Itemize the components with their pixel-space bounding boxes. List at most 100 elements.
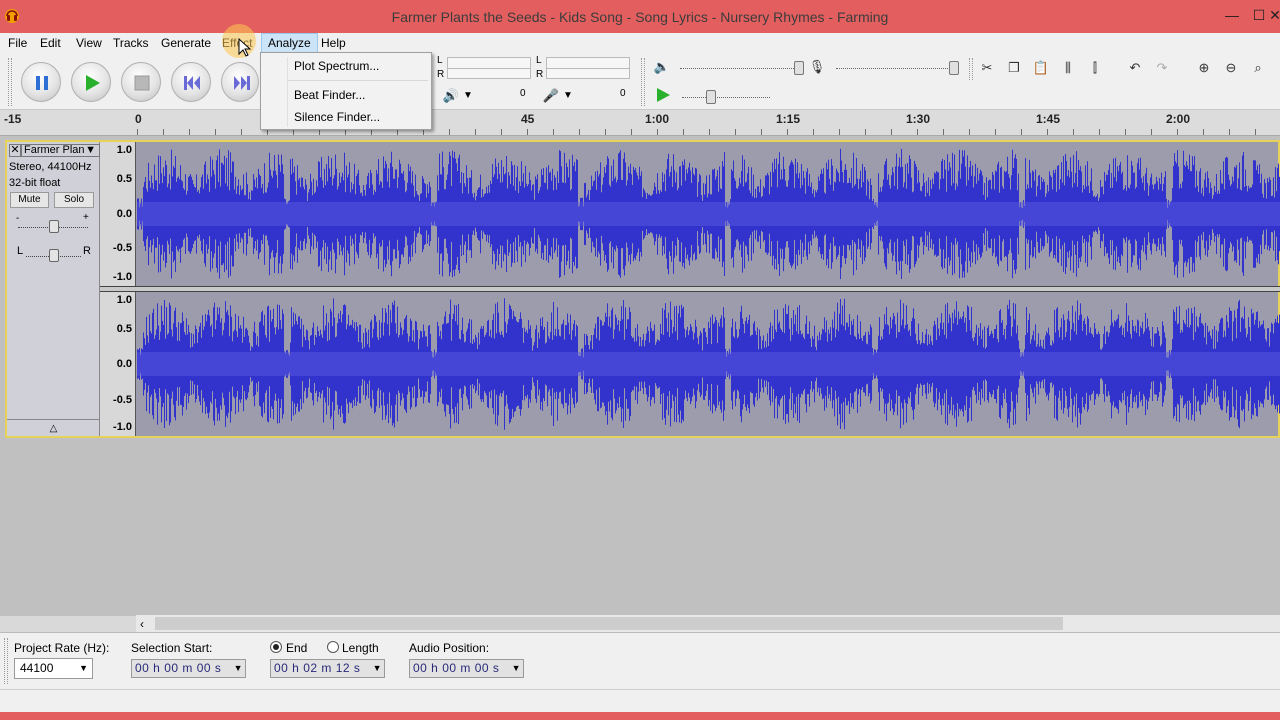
stop-button[interactable] [121, 62, 161, 102]
silence-icon[interactable]: ⫿ [1084, 57, 1106, 79]
ruler-label: 1:45 [1036, 112, 1061, 126]
chevron-down-icon: ▼ [85, 144, 96, 156]
mouse-cursor-icon [238, 37, 252, 61]
skip-end-icon [234, 76, 250, 90]
minimize-button[interactable]: — [1217, 4, 1247, 26]
bottom-edge [0, 712, 1280, 720]
gain-slider-thumb[interactable] [49, 220, 59, 233]
playback-speed-slider[interactable] [682, 97, 770, 98]
selection-start-label: Selection Start: [131, 641, 213, 655]
zoom-out-icon[interactable]: ⊖ [1220, 57, 1242, 79]
triangle-up-icon: △ [49, 423, 58, 434]
skip-start-icon [184, 76, 200, 90]
copy-icon[interactable]: ❐ [1003, 57, 1025, 79]
playback-meter[interactable] [447, 57, 531, 79]
solo-button[interactable]: Solo [54, 192, 94, 208]
menu-help[interactable]: Help [315, 33, 352, 54]
selection-start-field[interactable]: 00 h 00 m 00 s ▼ [131, 659, 246, 678]
ruler-label: 1:00 [645, 112, 670, 126]
chevron-down-icon: ▼ [233, 663, 243, 673]
track-name-menu[interactable]: Farmer Plan ▼ [21, 144, 100, 157]
redo-icon[interactable]: ↷ [1151, 57, 1173, 79]
paste-icon[interactable]: 📋 [1030, 57, 1052, 79]
menu-separator [288, 80, 428, 81]
cut-icon[interactable]: ✂ [976, 57, 998, 79]
trim-icon[interactable]: ⫼ [1057, 57, 1079, 79]
length-radio[interactable] [327, 641, 339, 653]
stop-icon [134, 75, 150, 91]
menu-view[interactable]: View [70, 33, 108, 54]
project-rate-label: Project Rate (Hz): [14, 641, 110, 655]
output-volume-slider[interactable] [680, 68, 804, 69]
ruler-label: 2:00 [1166, 112, 1191, 126]
scale-label: 1.0 [116, 294, 132, 306]
mute-button[interactable]: Mute [10, 192, 49, 208]
toolbar-grip[interactable] [8, 58, 12, 106]
selection-end-field[interactable]: 00 h 02 m 12 s ▼ [270, 659, 385, 678]
input-volume-thumb[interactable] [949, 61, 959, 75]
scale-label: 0.5 [116, 173, 132, 185]
track-bit-depth: 32-bit float [9, 177, 61, 189]
toolbar-grip-4[interactable] [4, 638, 8, 684]
zoom-in-icon[interactable]: ⊕ [1193, 57, 1215, 79]
pause-button[interactable] [21, 62, 61, 102]
play-at-speed-button[interactable] [655, 87, 671, 106]
track-close-button[interactable]: ✕ [9, 144, 21, 157]
menu-file[interactable]: File [2, 33, 33, 54]
scrollbar-thumb[interactable] [155, 617, 1063, 630]
playback-speed-thumb[interactable] [706, 90, 716, 104]
audio-position-value: 00 h 00 m 00 s [413, 661, 500, 675]
play-button[interactable] [71, 62, 111, 102]
toolbar-grip-3[interactable] [969, 58, 973, 80]
project-rate-select[interactable]: 44100 ▼ [14, 658, 93, 679]
scale-label: -0.5 [113, 394, 132, 406]
length-label: Length [342, 641, 379, 655]
ruler-label: -15 [4, 112, 22, 126]
menu-item-plot-spectrum[interactable]: Plot Spectrum... [294, 59, 379, 73]
selection-end-value: 00 h 02 m 12 s [274, 661, 361, 675]
audio-position-field[interactable]: 00 h 00 m 00 s ▼ [409, 659, 524, 678]
selection-start-value: 00 h 00 m 00 s [135, 661, 222, 675]
skip-to-start-button[interactable] [171, 62, 211, 102]
record-meter[interactable] [546, 57, 630, 79]
undo-icon[interactable]: ↶ [1124, 57, 1146, 79]
track-name: Farmer Plan [24, 144, 85, 156]
project-rate-value: 44100 [20, 661, 54, 675]
chevron-down-icon: ▼ [79, 663, 88, 673]
output-volume-thumb[interactable] [794, 61, 804, 75]
scale-label: -1.0 [113, 271, 132, 283]
gain-minus-label: - [16, 213, 20, 224]
end-label: End [286, 641, 308, 655]
skip-to-end-button[interactable] [221, 62, 259, 102]
pan-slider-thumb[interactable] [49, 249, 59, 262]
output-volume-icon: 🔈 [653, 59, 671, 74]
collapse-track-button[interactable]: △ [7, 419, 100, 436]
output-meter-value: 0 [520, 88, 526, 99]
scroll-left-arrow-icon[interactable]: ‹ [140, 617, 144, 631]
output-device-dropdown[interactable]: ▼ [463, 90, 479, 102]
waveform-left-channel[interactable] [137, 142, 1280, 286]
window-title: Farmer Plants the Seeds - Kids Song - So… [391, 9, 889, 25]
close-button[interactable]: ✕ [1260, 4, 1280, 26]
pan-left-label: L [17, 245, 24, 257]
input-meter-value: 0 [620, 88, 626, 99]
menu-edit[interactable]: Edit [34, 33, 67, 54]
menu-generate[interactable]: Generate [155, 33, 217, 54]
end-radio[interactable] [270, 641, 282, 653]
menu-analyze[interactable]: Analyze [261, 33, 318, 54]
waveform-rms [137, 352, 1280, 376]
fit-selection-icon[interactable]: ⌕ [1247, 57, 1269, 79]
input-device-dropdown[interactable]: ▼ [563, 90, 579, 102]
menu-item-silence-finder[interactable]: Silence Finder... [294, 110, 380, 124]
ruler-label: 1:15 [776, 112, 801, 126]
input-volume-slider[interactable] [836, 68, 956, 69]
ruler-label: 0 [135, 112, 142, 126]
scale-label: 0.5 [116, 323, 132, 335]
menu-item-beat-finder[interactable]: Beat Finder... [294, 88, 365, 102]
waveform-right-channel[interactable] [137, 292, 1280, 436]
scale-label: -1.0 [113, 421, 132, 433]
menu-tracks[interactable]: Tracks [107, 33, 155, 54]
toolbar-grip-2[interactable] [641, 58, 645, 106]
microphone-icon: 🎤 [542, 88, 560, 103]
chevron-down-icon: ▼ [511, 663, 521, 673]
